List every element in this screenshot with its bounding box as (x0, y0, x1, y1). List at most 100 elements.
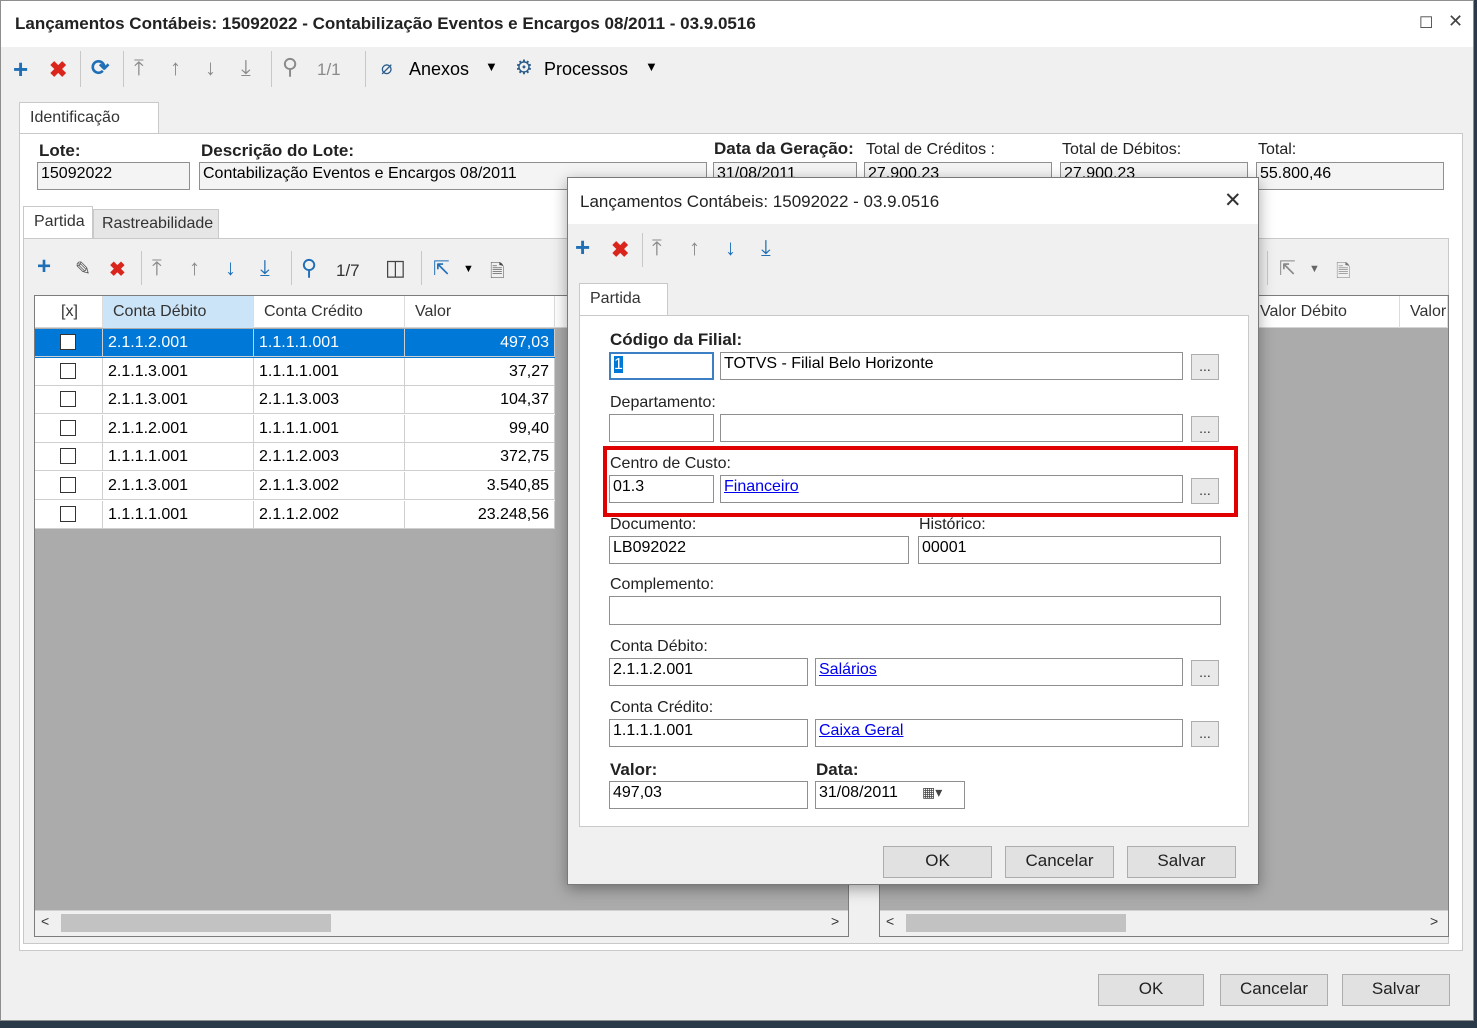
conta-credito-link[interactable]: Caixa Geral (819, 722, 903, 739)
search-icon[interactable]: ⚲ (301, 257, 317, 279)
conta-credito-lookup-button[interactable]: ... (1191, 721, 1219, 747)
toolbar-separator (642, 233, 643, 267)
processos-menu[interactable]: Processos (544, 59, 628, 80)
cancel-button[interactable]: Cancelar (1220, 974, 1328, 1006)
row-checkbox[interactable] (60, 391, 76, 408)
previous-record-icon[interactable]: ↑ (689, 237, 700, 259)
next-record-icon[interactable]: ↓ (725, 237, 736, 259)
scrollbar-thumb[interactable] (906, 914, 1126, 932)
ok-button[interactable]: OK (1098, 974, 1204, 1006)
next-record-icon[interactable]: ↓ (205, 57, 216, 79)
toolbar-separator (80, 51, 81, 87)
columns-icon[interactable]: ◫ (385, 257, 406, 279)
table-row[interactable]: 2.1.1.2.001 1.1.1.1.001 99,40 (35, 414, 555, 444)
valor-input[interactable]: 497,03 (609, 781, 808, 809)
row-checkbox[interactable] (60, 362, 76, 379)
dialog-save-button[interactable]: Salvar (1127, 846, 1236, 878)
anexos-menu[interactable]: Anexos (409, 59, 469, 80)
tab-rastreabilidade[interactable]: Rastreabilidade (93, 209, 219, 239)
filial-code-value: 1 (614, 356, 623, 373)
search-icon[interactable]: ⚲ (282, 56, 298, 78)
add-icon[interactable]: + (37, 255, 51, 279)
row-checkbox[interactable] (60, 448, 76, 465)
row-checkbox[interactable] (60, 477, 76, 493)
column-header-check[interactable]: [x] (35, 296, 103, 328)
scroll-right-icon[interactable]: > (1430, 913, 1438, 929)
table-row[interactable]: 2.1.1.3.001 1.1.1.1.001 37,27 (35, 357, 555, 387)
previous-record-icon[interactable]: ↑ (189, 257, 200, 279)
report-icon[interactable]: 🗎 (490, 259, 504, 289)
export-icon[interactable]: ⇱ (433, 258, 450, 280)
last-record-icon[interactable]: ⤓ (761, 237, 771, 259)
conta-debito-input[interactable]: 2.1.1.2.001 (609, 658, 808, 686)
grid-record-counter: 1/7 (336, 261, 360, 280)
row-checkbox[interactable] (60, 419, 76, 436)
dialog-ok-button[interactable]: OK (883, 846, 992, 878)
documento-input[interactable]: LB092022 (609, 536, 909, 564)
chevron-down-icon[interactable]: ▼ (1309, 263, 1320, 275)
chevron-down-icon[interactable]: ▼ (463, 263, 474, 275)
close-icon[interactable]: ✕ (1224, 188, 1242, 213)
cell-valor: 99,40 (405, 414, 555, 443)
table-row[interactable]: 2.1.1.3.001 2.1.1.3.003 104,37 (35, 386, 555, 415)
next-record-icon[interactable]: ↓ (225, 257, 236, 279)
complemento-input[interactable] (609, 596, 1221, 625)
row-checkbox[interactable] (60, 505, 76, 522)
table-row[interactable]: 2.1.1.2.001 1.1.1.1.001 497,03 (35, 329, 555, 358)
add-icon[interactable]: + (575, 234, 590, 260)
centro-custo-code-input[interactable]: 01.3 (609, 475, 714, 503)
conta-debito-link[interactable]: Salários (819, 661, 877, 678)
calendar-dropdown-icon[interactable]: ▦▾ (922, 784, 962, 806)
horizontal-scrollbar[interactable]: < > (880, 910, 1448, 936)
export-icon[interactable]: ⇱ (1279, 258, 1296, 280)
scroll-left-icon[interactable]: < (886, 913, 894, 929)
row-checkbox[interactable] (60, 334, 76, 350)
column-header-conta-credito[interactable]: Conta Crédito (254, 296, 405, 328)
scroll-left-icon[interactable]: < (41, 913, 49, 929)
column-header-conta-debito[interactable]: Conta Débito (103, 296, 254, 328)
delete-icon[interactable]: ✖ (611, 239, 629, 261)
edit-icon[interactable]: ✎ (75, 259, 91, 281)
table-row[interactable]: 1.1.1.1.001 2.1.1.2.003 372,75 (35, 443, 555, 472)
maximize-icon[interactable]: ☐ (1419, 13, 1433, 33)
chevron-down-icon[interactable]: ▼ (645, 59, 658, 74)
dialog-cancel-button[interactable]: Cancelar (1005, 846, 1114, 878)
refresh-icon[interactable]: ⟳ (91, 57, 109, 79)
first-record-icon[interactable]: ⤒ (134, 57, 144, 79)
tab-identificacao[interactable]: Identificação (19, 102, 159, 134)
last-record-icon[interactable]: ⤓ (241, 57, 251, 79)
last-record-icon[interactable]: ⤓ (260, 257, 270, 279)
report-icon[interactable]: 🗎 (1336, 259, 1350, 289)
column-header-valor-debito[interactable]: Valor Débito (1250, 296, 1400, 328)
delete-icon[interactable]: ✖ (109, 259, 126, 281)
lote-field[interactable]: 15092022 (37, 162, 190, 190)
close-icon[interactable]: ✕ (1448, 11, 1463, 32)
filial-code-input[interactable]: 1 (609, 352, 714, 380)
column-header-valor-right[interactable]: Valor (1400, 296, 1448, 328)
centro-custo-link[interactable]: Financeiro (724, 478, 799, 495)
tab-partida-dialog[interactable]: Partida (579, 283, 668, 316)
departamento-code-input[interactable] (609, 414, 714, 442)
column-header-valor[interactable]: Valor (405, 296, 555, 328)
first-record-icon[interactable]: ⤒ (652, 237, 662, 259)
horizontal-scrollbar[interactable]: < > (35, 910, 848, 936)
previous-record-icon[interactable]: ↑ (170, 57, 181, 79)
add-icon[interactable]: + (13, 56, 28, 82)
dialog-titlebar: Lançamentos Contábeis: 15092022 - 03.9.0… (568, 178, 1258, 224)
table-row[interactable]: 1.1.1.1.001 2.1.1.2.002 23.248,56 (35, 500, 555, 530)
departamento-lookup-button[interactable]: ... (1191, 416, 1219, 442)
table-row[interactable]: 2.1.1.3.001 2.1.1.3.002 3.540,85 (35, 472, 555, 501)
delete-icon[interactable]: ✖ (49, 59, 67, 81)
first-record-icon[interactable]: ⤒ (152, 257, 162, 279)
conta-debito-lookup-button[interactable]: ... (1191, 660, 1219, 686)
historico-input[interactable]: 00001 (918, 536, 1221, 564)
tab-partida[interactable]: Partida (23, 206, 93, 238)
conta-debito-label: Conta Débito: (610, 638, 708, 655)
conta-credito-input[interactable]: 1.1.1.1.001 (609, 719, 808, 747)
scroll-right-icon[interactable]: > (831, 913, 839, 929)
scrollbar-thumb[interactable] (61, 914, 331, 932)
chevron-down-icon[interactable]: ▼ (485, 59, 498, 74)
save-button[interactable]: Salvar (1342, 974, 1450, 1006)
centro-custo-lookup-button[interactable]: ... (1191, 478, 1219, 504)
filial-lookup-button[interactable]: ... (1191, 354, 1219, 380)
